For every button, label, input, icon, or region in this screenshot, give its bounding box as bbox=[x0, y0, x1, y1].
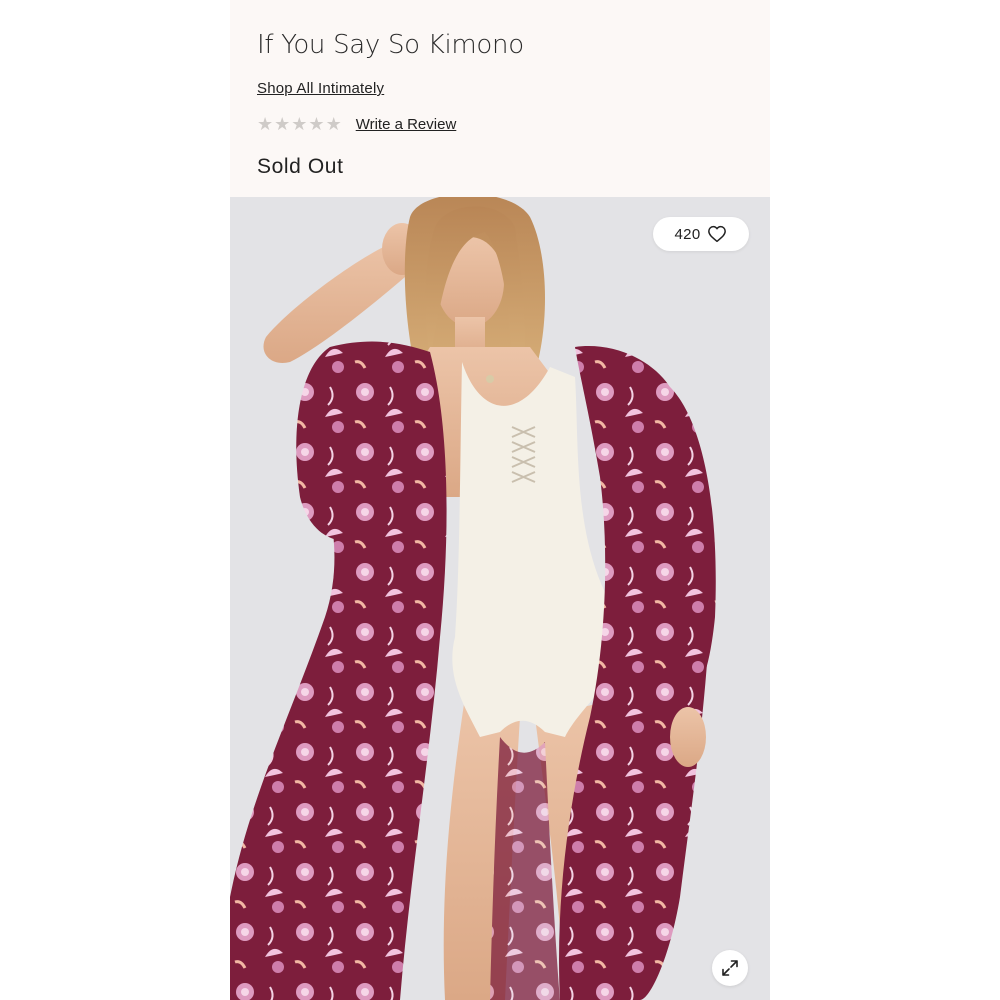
heart-outline-icon bbox=[708, 225, 727, 243]
star-icon: ★ bbox=[308, 114, 325, 134]
star-icon: ★ bbox=[291, 114, 308, 134]
rating-row: ★ ★ ★ ★ ★ Write a Review bbox=[257, 114, 456, 134]
star-icon: ★ bbox=[274, 114, 291, 134]
write-review-link[interactable]: Write a Review bbox=[356, 116, 457, 133]
star-icon: ★ bbox=[257, 114, 274, 134]
expand-arrows-icon bbox=[722, 960, 738, 976]
star-rating[interactable]: ★ ★ ★ ★ ★ bbox=[257, 114, 342, 134]
favorite-button[interactable]: 420 bbox=[653, 217, 749, 251]
product-image[interactable]: 420 bbox=[230, 197, 770, 1000]
expand-image-button[interactable] bbox=[712, 950, 748, 986]
availability-status: Sold Out bbox=[257, 155, 344, 178]
star-icon: ★ bbox=[325, 114, 342, 134]
product-photo-illustration bbox=[230, 197, 716, 1000]
product-page: If You Say So Kimono Shop All Intimately… bbox=[230, 0, 770, 1000]
favorite-count: 420 bbox=[674, 225, 701, 243]
product-title: If You Say So Kimono bbox=[257, 30, 524, 60]
shop-all-brand-link[interactable]: Shop All Intimately bbox=[257, 80, 384, 97]
